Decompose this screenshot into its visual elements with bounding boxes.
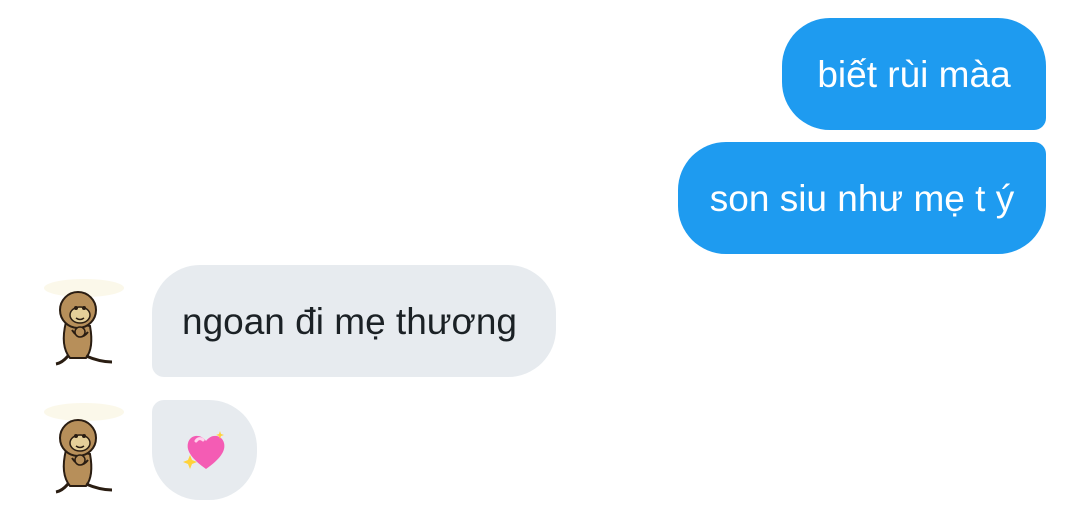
sparkling-heart-icon bbox=[182, 431, 224, 469]
message-text: biết rùi màa bbox=[817, 53, 1011, 95]
sent-message-bubble[interactable]: biết rùi màa bbox=[782, 18, 1046, 130]
received-message-bubble[interactable]: ngoan đi mẹ thương bbox=[152, 265, 556, 377]
message-text: ngoan đi mẹ thương bbox=[182, 300, 517, 342]
message-text: son siu như mẹ t ý bbox=[709, 177, 1015, 219]
monkey-avatar-icon[interactable] bbox=[42, 398, 126, 498]
monkey-avatar-icon[interactable] bbox=[42, 270, 126, 370]
received-message-bubble[interactable] bbox=[152, 400, 257, 500]
sent-message-bubble[interactable]: son siu như mẹ t ý bbox=[678, 142, 1046, 254]
